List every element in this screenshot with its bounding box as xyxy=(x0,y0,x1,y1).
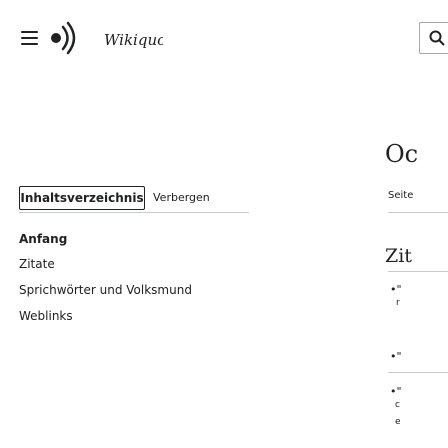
toc-toggle-button[interactable]: Verbergen xyxy=(153,186,210,210)
wikiquote-logo[interactable]: Wikiquote xyxy=(48,17,163,57)
section-heading-zitate: Zit xyxy=(385,245,412,267)
toc-item-sprichwoerter[interactable]: Sprichwörter und Volksmund xyxy=(19,283,192,297)
toc-divider xyxy=(19,212,249,213)
toc-item-zitate[interactable]: Zitate xyxy=(19,257,55,271)
title-rule xyxy=(388,212,448,213)
toc-item-weblinks[interactable]: Weblinks xyxy=(19,309,73,323)
quote-bullet: •" xyxy=(390,385,402,398)
quote-fragment: r xyxy=(396,298,400,308)
main-content-partial: Oc Seite Zit •" r •" •" c e xyxy=(370,0,448,448)
hamburger-icon[interactable] xyxy=(21,31,38,45)
quote-fragment: e xyxy=(395,417,401,427)
toc-item-anfang[interactable]: Anfang xyxy=(19,232,67,246)
quote-fragment: c xyxy=(395,400,400,410)
quote-divider xyxy=(388,372,448,373)
page-title: Oc xyxy=(385,140,419,168)
section-rule xyxy=(388,271,448,272)
toc-title[interactable]: Inhaltsverzeichnis xyxy=(19,186,145,210)
quote-bullet: •" xyxy=(390,283,402,296)
page-subtitle: Seite xyxy=(388,190,414,201)
logo-text: Wikiquote xyxy=(104,31,163,49)
quote-bullet: •" xyxy=(390,350,402,363)
